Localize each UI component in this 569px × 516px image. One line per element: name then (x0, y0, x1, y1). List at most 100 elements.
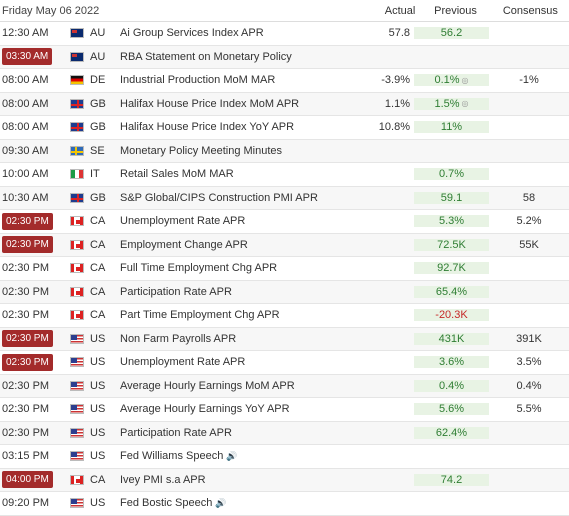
flag-us-icon (70, 380, 84, 391)
time-label: 02:30 PM (2, 262, 50, 275)
consensus-value: 5.2% (516, 215, 542, 228)
event-label: Average Hourly Earnings MoM APR (120, 379, 295, 392)
event-name[interactable]: Monetary Policy Meeting Minutes (120, 145, 350, 157)
time-label: 02:30 PM (2, 285, 50, 298)
event-name[interactable]: Participation Rate APR (120, 286, 350, 298)
event-name[interactable]: S&P Global/CIPS Construction PMI APR (120, 192, 350, 204)
event-name[interactable]: Full Time Employment Chg APR (120, 262, 350, 274)
calendar-row[interactable]: 02:30 PM CA Participation Rate APR 65.4% (0, 280, 569, 304)
event-name[interactable]: Unemployment Rate APR (120, 356, 350, 368)
event-time: 08:00 AM (0, 121, 70, 133)
calendar-row[interactable]: 02:30 PM US Non Farm Payrolls APR 431K 391K (0, 327, 569, 351)
country-code: AU (90, 27, 106, 40)
country-code: GB (90, 191, 106, 204)
calendar-row[interactable]: 03:30 AM AU RBA Statement on Monetary Poli… (0, 45, 569, 69)
country-code: GB (90, 97, 106, 110)
calendar-row[interactable]: 08:00 AM GB Halifax House Price Index MoM … (0, 92, 569, 116)
previous-value: 74.2 (440, 473, 463, 486)
event-name[interactable]: Participation Rate APR (120, 427, 350, 439)
flag-it-icon (70, 169, 84, 180)
event-time: 02:30 PM (0, 380, 70, 392)
calendar-row[interactable]: 09:30 AM SE Monetary Policy Meeting Minute… (0, 139, 569, 163)
calendar-row[interactable]: 02:30 PM US Unemployment Rate APR 3.6% 3.5% (0, 351, 569, 375)
time-label: 02:30 PM (2, 403, 50, 416)
time-label: 02:30 PM (2, 426, 50, 439)
country-code: US (90, 497, 106, 510)
calendar-date: Friday May 06 2022 (2, 4, 100, 17)
speaker-icon: 🔊 (215, 498, 227, 509)
event-name[interactable]: Employment Change APR (120, 239, 350, 251)
event-time: 02:30 PM (0, 309, 70, 321)
event-label: Participation Rate APR (120, 426, 232, 439)
event-name[interactable]: Ai Group Services Index APR (120, 27, 350, 39)
high-impact-time-badge: 02:30 PM (2, 330, 53, 348)
country-code: GB (90, 121, 106, 134)
calendar-row[interactable]: 02:30 PM CA Full Time Employment Chg APR 92… (0, 257, 569, 281)
actual-value: -3.9% (381, 74, 410, 87)
event-name[interactable]: Fed Bostic Speech 🔊 (120, 497, 350, 509)
calendar-row[interactable]: 02:30 PM CA Unemployment Rate APR 5.3% 5.2% (0, 210, 569, 234)
event-name[interactable]: Average Hourly Earnings MoM APR (120, 380, 350, 392)
event-label: Fed Williams Speech (120, 450, 224, 463)
time-label: 02:30 PM (2, 379, 50, 392)
info-icon[interactable]: ◎ (462, 99, 469, 108)
info-icon[interactable]: ◎ (462, 76, 469, 85)
event-label: Halifax House Price Index MoM APR (120, 97, 300, 110)
previous-value: 72.5K (437, 238, 466, 251)
calendar-row[interactable]: 02:30 PM CA Employment Change APR 72.5K 55K (0, 233, 569, 257)
calendar-row[interactable]: 10:00 AM IT Retail Sales MoM MAR 0.7% (0, 163, 569, 187)
time-label: 02:30 PM (2, 309, 50, 322)
time-label: 08:00 AM (2, 121, 49, 134)
calendar-row[interactable]: 02:30 PM US Average Hourly Earnings YoY AP… (0, 398, 569, 422)
calendar-row[interactable]: 08:00 AM DE Industrial Production MoM MAR -… (0, 69, 569, 93)
previous-value: 1.5% (434, 97, 460, 110)
previous-value: 5.6% (438, 403, 465, 416)
event-name[interactable]: Non Farm Payrolls APR (120, 333, 350, 345)
calendar-row[interactable]: 04:00 PM CA Ivey PMI s.a APR 74.2 (0, 468, 569, 492)
event-name[interactable]: Average Hourly Earnings YoY APR (120, 403, 350, 415)
event-name[interactable]: Part Time Employment Chg APR (120, 309, 350, 321)
country-code: US (90, 450, 106, 463)
country-code: SE (90, 144, 105, 157)
flag-us-icon (70, 498, 84, 509)
calendar-row[interactable]: 02:30 PM US Average Hourly Earnings MoM AP… (0, 374, 569, 398)
event-name[interactable]: Halifax House Price Index YoY APR (120, 121, 350, 133)
calendar-row[interactable]: 09:20 PM US Fed Bostic Speech 🔊 (0, 492, 569, 516)
calendar-row[interactable]: 02:30 PM CA Part Time Employment Chg APR -2… (0, 304, 569, 328)
country-code: US (90, 403, 106, 416)
event-name[interactable]: Ivey PMI s.a APR (120, 474, 350, 486)
previous-value: 62.4% (435, 426, 468, 439)
event-name[interactable]: RBA Statement on Monetary Policy (120, 51, 350, 63)
calendar-row[interactable]: 08:00 AM GB Halifax House Price Index YoY … (0, 116, 569, 140)
previous-column-header: Previous (434, 4, 477, 17)
calendar-row[interactable]: 02:30 PM US Participation Rate APR 62.4% (0, 421, 569, 445)
event-time: 02:30 PM (0, 353, 70, 371)
country-code: CA (90, 309, 106, 322)
event-name[interactable]: Fed Williams Speech 🔊 (120, 450, 350, 462)
event-name[interactable]: Unemployment Rate APR (120, 215, 350, 227)
event-name[interactable]: Halifax House Price Index MoM APR (120, 98, 350, 110)
event-label: Fed Bostic Speech (120, 497, 213, 510)
actual-value: 10.8% (378, 121, 410, 134)
previous-value: 92.7K (437, 262, 466, 275)
calendar-row[interactable]: 10:30 AM GB S&P Global/CIPS Construction P… (0, 186, 569, 210)
time-label: 08:00 AM (2, 97, 49, 110)
event-name[interactable]: Retail Sales MoM MAR (120, 168, 350, 180)
country-code: US (90, 332, 106, 345)
actual-value: 1.1% (384, 97, 410, 110)
event-name[interactable]: Industrial Production MoM MAR (120, 74, 350, 86)
flag-us-icon (70, 427, 84, 438)
flag-gb-icon (70, 122, 84, 133)
event-label: Industrial Production MoM MAR (120, 74, 276, 87)
country-code: CA (90, 285, 106, 298)
country-code: AU (90, 50, 106, 63)
event-time: 12:30 AM (0, 27, 70, 39)
high-impact-time-badge: 03:30 AM (2, 48, 53, 66)
calendar-rows: 12:30 AM AU Ai Group Services Index APR 57.… (0, 22, 569, 516)
calendar-row[interactable]: 12:30 AM AU Ai Group Services Index APR 57.… (0, 22, 569, 46)
calendar-row[interactable]: 03:15 PM US Fed Williams Speech 🔊 (0, 445, 569, 469)
event-time: 04:00 PM (0, 471, 70, 489)
event-label: Average Hourly Earnings YoY APR (120, 403, 290, 416)
flag-ca-icon (70, 216, 84, 227)
flag-gb-icon (70, 192, 84, 203)
